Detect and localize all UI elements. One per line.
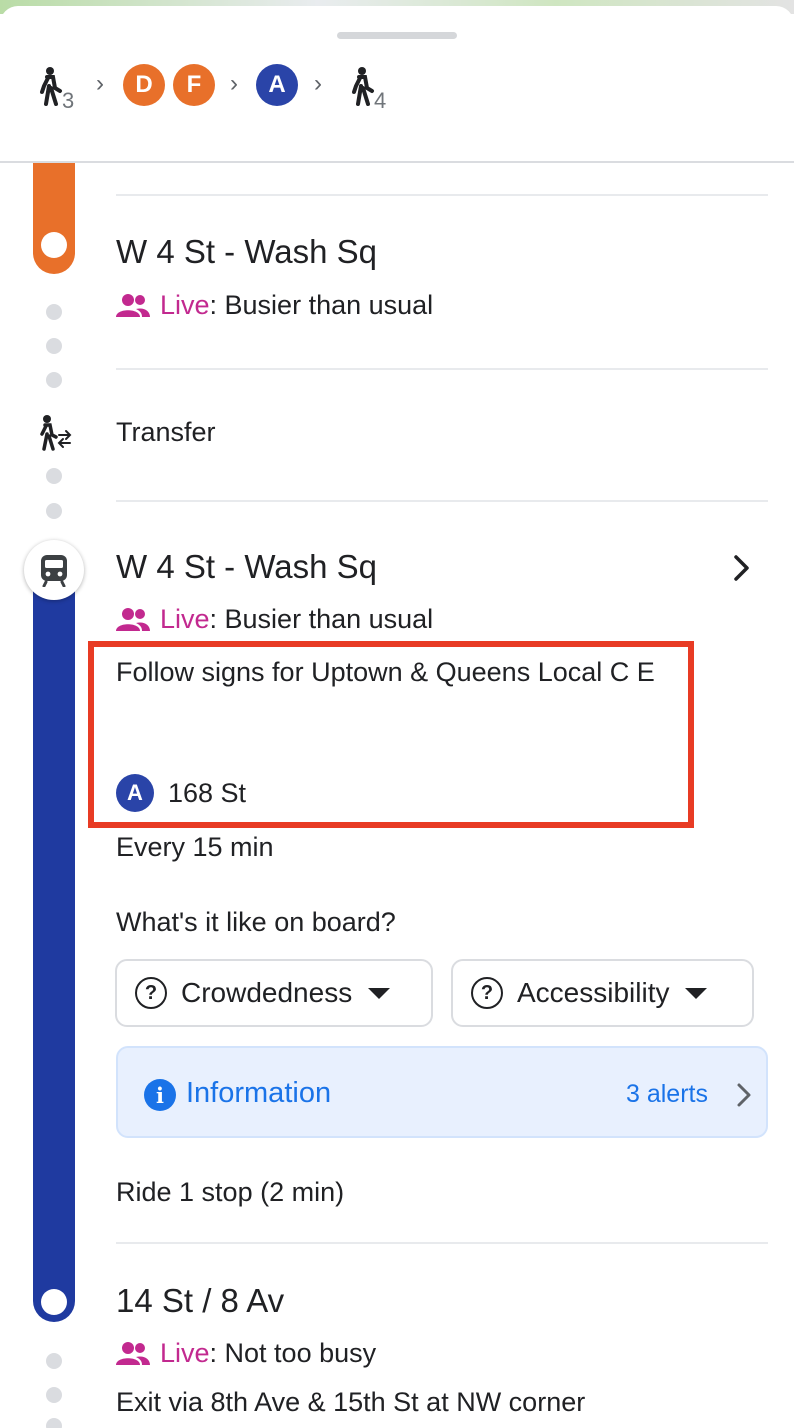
divider xyxy=(116,1242,768,1244)
caret-down-icon xyxy=(685,987,708,999)
live-label: Live xyxy=(160,290,210,320)
blue-line-segment xyxy=(33,570,75,1322)
chevron-right-icon: › xyxy=(230,70,238,97)
people-icon xyxy=(116,1341,150,1365)
stop-name[interactable]: W 4 St - Wash Sq xyxy=(116,233,377,271)
live-status: : Not too busy xyxy=(209,1338,377,1368)
train-icon xyxy=(24,540,84,600)
walk-step-end: 4 xyxy=(346,66,406,116)
timeline-dot xyxy=(46,1418,62,1428)
chevron-right-icon: › xyxy=(96,70,104,97)
people-icon xyxy=(116,293,150,317)
walk-minutes: 3 xyxy=(62,88,75,113)
chip-label: Accessibility xyxy=(517,977,670,1008)
divider xyxy=(116,368,768,370)
timeline-dot xyxy=(46,468,62,484)
live-label: Live xyxy=(160,1338,210,1368)
information-alerts-card[interactable]: i Information 3 alerts xyxy=(116,1046,768,1138)
live-crowd-status: Live: Busier than usual xyxy=(116,604,433,635)
ride-duration: Ride 1 stop (2 min) xyxy=(116,1177,345,1207)
accessibility-dropdown[interactable]: ? Accessibility xyxy=(451,959,754,1027)
timeline-dot xyxy=(46,1353,62,1369)
frequency-text: Every 15 min xyxy=(116,832,274,862)
onboard-question: What's it like on board? xyxy=(116,907,396,937)
stop-name[interactable]: 14 St / 8 Av xyxy=(116,1282,284,1320)
orange-line-segment xyxy=(33,163,75,274)
caret-down-icon xyxy=(368,987,391,999)
walking-icon xyxy=(352,67,374,106)
alerts-count: 3 alerts xyxy=(626,1080,708,1108)
chip-label: Crowdedness xyxy=(181,977,353,1008)
live-status: : Busier than usual xyxy=(209,290,434,320)
question-icon: ? xyxy=(471,977,503,1009)
stop-name[interactable]: W 4 St - Wash Sq xyxy=(116,548,377,586)
line-badge-f: F xyxy=(173,64,215,106)
question-icon: ? xyxy=(135,977,167,1009)
divider xyxy=(116,194,768,196)
chevron-right-icon[interactable] xyxy=(730,552,754,584)
timeline-dot xyxy=(46,338,62,354)
live-crowd-status: Live: Busier than usual xyxy=(116,290,433,321)
line-badge-d: D xyxy=(123,64,165,106)
walk-minutes: 4 xyxy=(374,88,387,113)
destination-name: 168 St xyxy=(168,777,247,808)
timeline-dot xyxy=(46,503,62,519)
train-destination: A 168 St xyxy=(116,774,246,812)
info-title: Information xyxy=(186,1077,332,1109)
transfer-walk-icon xyxy=(35,414,73,457)
info-icon: i xyxy=(144,1079,176,1111)
exit-instructions: Exit via 8th Ave & 15th St at NW corner xyxy=(116,1387,586,1417)
line-badge-a: A xyxy=(116,774,154,812)
live-status: : Busier than usual xyxy=(209,604,434,634)
timeline-dot xyxy=(46,304,62,320)
people-icon xyxy=(116,607,150,631)
divider xyxy=(116,500,768,502)
chevron-right-icon: › xyxy=(314,70,322,97)
line-badge-a: A xyxy=(256,64,298,106)
transfer-label: Transfer xyxy=(116,417,216,447)
route-summary: 3 › D F › A › 4 xyxy=(0,0,794,163)
live-label: Live xyxy=(160,604,210,634)
walking-icon xyxy=(40,67,62,106)
stop-marker xyxy=(41,232,67,258)
crowdedness-dropdown[interactable]: ? Crowdedness xyxy=(115,959,433,1027)
follow-signs-text: Follow signs for Uptown & Queens Local C… xyxy=(116,657,655,687)
timeline-dot xyxy=(46,1387,62,1403)
walk-step-start: 3 xyxy=(34,66,94,116)
live-crowd-status: Live: Not too busy xyxy=(116,1338,376,1369)
stop-marker xyxy=(41,1289,67,1315)
chevron-right-icon xyxy=(737,1083,751,1107)
timeline-dot xyxy=(46,372,62,388)
